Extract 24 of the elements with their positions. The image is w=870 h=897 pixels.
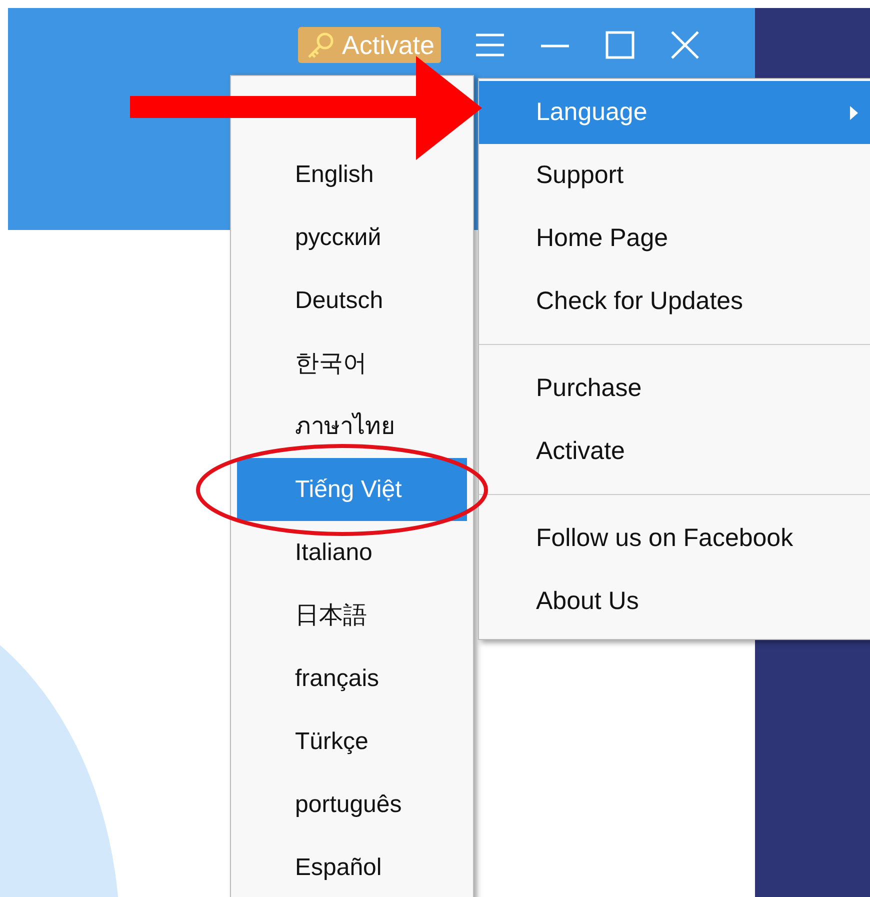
language-option[interactable]: 한국어 <box>237 332 467 395</box>
menu-item[interactable]: Support <box>479 144 870 207</box>
language-option[interactable]: Español <box>237 836 467 897</box>
language-option[interactable]: português <box>237 773 467 836</box>
menu-item[interactable]: Language <box>479 81 870 144</box>
language-option[interactable]: Deutsch <box>237 269 467 332</box>
menu-item[interactable]: About Us <box>479 570 870 633</box>
key-icon <box>306 31 336 59</box>
menu-item[interactable]: Activate <box>479 420 870 483</box>
menu-item[interactable]: Home Page <box>479 207 870 270</box>
language-option[interactable]: français <box>237 647 467 710</box>
menu-icon[interactable] <box>474 31 506 59</box>
language-option[interactable]: Italiano <box>237 521 467 584</box>
language-option[interactable]: 日本語 <box>237 584 467 647</box>
language-option[interactable]: русский <box>237 206 467 269</box>
menu-item[interactable]: Check for Updates <box>479 270 870 333</box>
maximize-icon[interactable] <box>604 31 636 59</box>
close-icon[interactable] <box>668 31 700 59</box>
language-option[interactable]: Tiếng Việt <box>237 458 467 521</box>
language-option[interactable]: Türkçe <box>237 710 467 773</box>
menu-item[interactable]: Purchase <box>479 357 870 420</box>
language-option[interactable]: ภาษาไทย <box>237 395 467 458</box>
menu-item[interactable]: Follow us on Facebook <box>479 507 870 570</box>
language-option[interactable]: English <box>237 143 467 206</box>
